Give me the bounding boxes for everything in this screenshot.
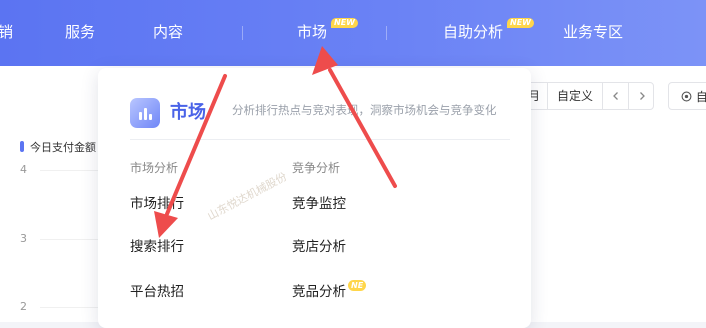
- chart-card: [0, 80, 98, 322]
- legend-swatch: [20, 141, 24, 152]
- link-competitor-product-analysis[interactable]: 竞品分析 NE: [292, 280, 367, 300]
- nav-item-service[interactable]: 服务: [65, 22, 95, 42]
- grid-line: [40, 239, 98, 240]
- nav-item-market[interactable]: 市场 NEW: [297, 18, 358, 42]
- link-competitor-shop-analysis[interactable]: 竞店分析: [292, 235, 346, 255]
- link-market-ranking[interactable]: 市场排行: [130, 192, 184, 212]
- watermark: 山东悦达机械股份: [205, 170, 290, 223]
- nav-separator: [386, 26, 387, 40]
- nav-item-content[interactable]: 内容: [153, 22, 183, 42]
- y-tick-label: 3: [20, 232, 27, 245]
- chevron-left-icon[interactable]: [603, 83, 628, 109]
- chart-bars-icon: [130, 98, 160, 128]
- market-dropdown-panel: 市场 分析排行热点与竞对表现，洞察市场机会与竞争变化 市场分析 竞争分析 市场排…: [98, 68, 531, 328]
- dropdown-title: 市场: [170, 102, 206, 123]
- dropdown-description: 分析排行热点与竞对表现，洞察市场机会与竞争变化: [232, 103, 497, 117]
- date-tab-custom[interactable]: 自定义: [548, 83, 602, 109]
- y-tick-label: 4: [20, 163, 27, 176]
- link-competitor-monitoring[interactable]: 竞争监控: [292, 192, 346, 212]
- target-icon: [681, 91, 692, 102]
- link-platform-hot-jobs[interactable]: 平台热招: [130, 280, 184, 300]
- new-badge: NE: [348, 280, 367, 291]
- group-heading-competition-analysis: 竞争分析: [292, 161, 341, 175]
- date-range-control: 月 自定义: [520, 82, 654, 110]
- new-badge: NEW: [331, 18, 358, 28]
- new-badge: NEW: [507, 18, 534, 28]
- nav-item-marketing[interactable]: 销: [0, 22, 13, 42]
- divider: [130, 139, 510, 140]
- nav-separator: [242, 26, 243, 40]
- nav-item-self-analysis[interactable]: 自助分析 NEW: [443, 18, 534, 42]
- extra-action-button[interactable]: 自: [668, 82, 706, 110]
- link-search-ranking[interactable]: 搜索排行: [130, 235, 184, 255]
- top-nav-bar: 销 服务 内容 市场 NEW 自助分析 NEW 业务专区: [0, 0, 706, 66]
- y-tick-label: 2: [20, 300, 27, 313]
- grid-line: [40, 170, 98, 171]
- legend-label: 今日支付金额: [30, 141, 96, 154]
- grid-line: [40, 307, 98, 308]
- extra-action-label: 自: [695, 90, 706, 104]
- group-heading-market-analysis: 市场分析: [130, 161, 179, 175]
- chevron-right-icon[interactable]: [629, 83, 654, 109]
- nav-item-business-zone[interactable]: 业务专区: [563, 22, 623, 42]
